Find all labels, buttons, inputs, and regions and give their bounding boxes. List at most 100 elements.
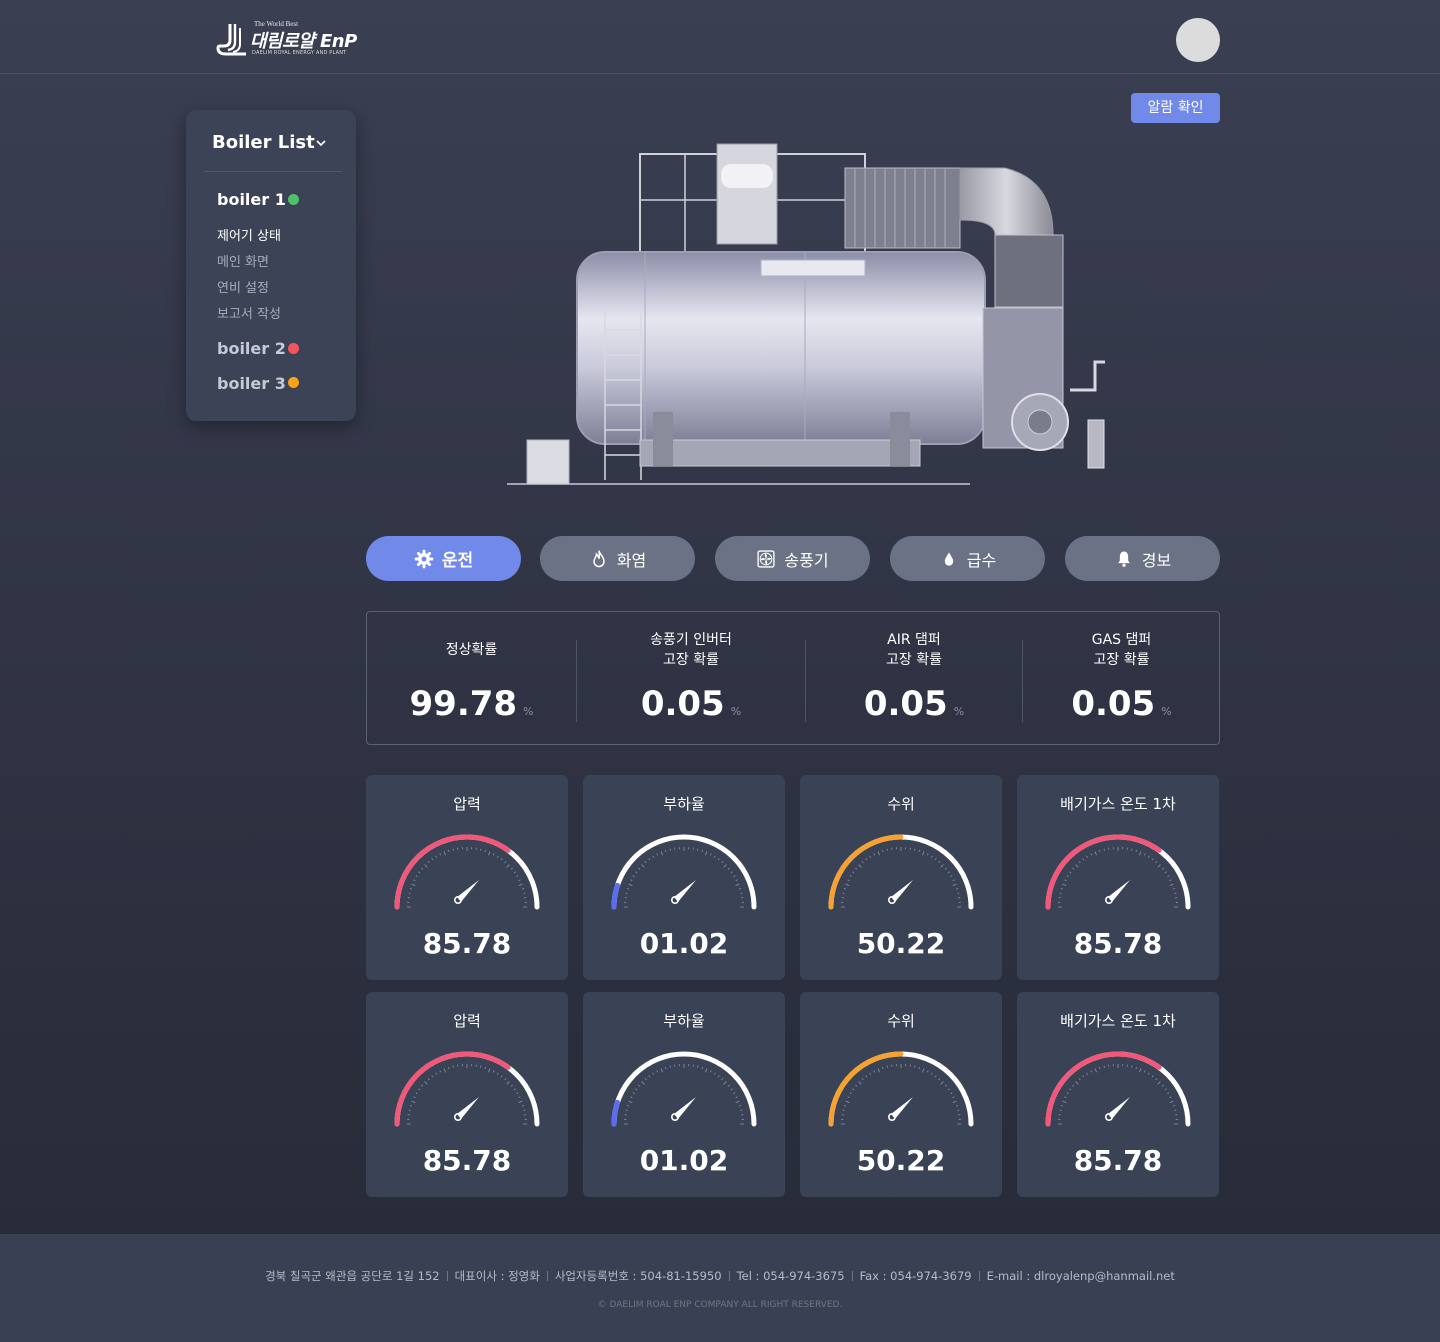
gauge-tick [448,849,450,852]
gauge-tick [628,1100,633,1103]
gauge-tick [1169,1096,1172,1099]
gauge-value: 85.78 [1073,1144,1163,1177]
gauge-tick [632,875,635,878]
gauge-tick [1164,1088,1167,1091]
gauge-tick [648,1075,651,1078]
gauge-tick [934,858,937,861]
gauge-tick [873,1070,876,1073]
gauge-tick [852,871,855,874]
gauge-tick [431,858,434,861]
gauge-dial [828,834,974,910]
gauge-tick [413,879,416,882]
tab-flame[interactable]: 화염 [540,536,695,581]
gauge-tick [1090,853,1093,856]
gauge-tick [516,875,519,878]
gauge-tick [855,1084,858,1087]
submenu-controller-status[interactable]: 제어기 상태 [217,225,281,244]
gauge-tick [944,867,947,870]
gas-damper-fault-probability: GAS 댐퍼 고장 확률 0.05% [1023,612,1220,746]
gauge-tick [1060,1105,1063,1107]
gauge-tick [845,883,850,886]
gauge-tick [1064,879,1067,882]
footer: 경북 칠곡군 왜관읍 공단로 1길 152 대표이사 : 정영화 사업자등록번호 :… [0,1234,1440,1342]
tab-operation[interactable]: 운전 [366,536,521,581]
chevron-down-icon[interactable] [316,138,326,148]
gauge-tick [439,1070,442,1073]
gauge-tick [1090,1070,1093,1073]
gauge-tick [1069,871,1072,874]
gauge-tick [701,1066,703,1069]
prob-label: 고장 확률 [886,652,942,668]
gauge-tick [922,851,925,856]
gauge-tick [739,888,742,890]
gauge-tick [1082,1075,1085,1078]
gauge-tick [952,1096,955,1099]
gauge-tick [1161,1084,1164,1087]
gauge-tick [504,861,507,864]
gauge-tick [1135,1066,1137,1069]
gauge-title: 수위 [887,795,915,813]
gauge-card-load-rate: 부하율 01.02 [583,992,785,1197]
gauge-tick [947,1088,950,1091]
gauge-tick [733,1092,736,1095]
gauge-tick [1155,861,1158,864]
sidebar-item-boiler-2[interactable]: boiler 2 [217,339,286,358]
gauge-tick [1169,1100,1174,1103]
gauge-tick [1173,1105,1176,1107]
gauge-fill [1045,1051,1162,1127]
blower-inverter-fault-probability: 송풍기 인버터 고장 확률 0.05% [577,612,805,746]
gauge-tick [861,1078,864,1081]
user-avatar[interactable] [1176,18,1220,62]
submenu-main-screen[interactable]: 메인 화면 [217,251,269,270]
tab-water-supply[interactable]: 급수 [890,536,1045,581]
gauge-tick [1062,1100,1067,1103]
normal-probability: 정상확률 99.78% [367,612,576,746]
bell-icon [1117,551,1130,567]
gauge-tick [1082,858,1085,861]
gauge-tick [632,1092,635,1095]
gauge-tick [934,1075,937,1078]
footer-email[interactable]: E-mail : dlroyalenp@hanmail.net [987,1269,1175,1283]
tab-alarm[interactable]: 경보 [1065,536,1220,581]
gauge-tick [516,1092,519,1095]
gauge-tick [656,1070,659,1073]
prob-value: 99.78% [409,684,534,724]
company-logo[interactable]: The World Best 대림로얄 EnP DAELIM ROYAL ENE… [216,20,392,60]
gauge-tick [843,888,846,890]
prob-label: GAS 댐퍼 [1091,632,1152,648]
sidebar-item-boiler-1[interactable]: boiler 1 [217,190,286,209]
gauge-tick [641,864,645,868]
gauge-tick [415,1092,418,1095]
gauge-tick [873,853,876,856]
gauge-title: 부하율 [663,1012,705,1030]
gauge-tick [435,1072,438,1075]
gauge-tick [847,879,850,882]
sidebar-item-boiler-3[interactable]: boiler 3 [217,374,286,393]
submenu-fuel-setting[interactable]: 연비 설정 [217,277,269,296]
prob-label: 고장 확률 [1093,652,1150,668]
gauge-card-pressure: 압력 85.78 [366,992,568,1197]
gauge-tick [1099,1066,1101,1069]
gauge-tick [869,1072,872,1075]
gauge-tick [1169,879,1172,882]
gauge-tick [922,1068,925,1073]
gauge-card-water-level: 수위 50.22 [800,992,1002,1197]
gauge-tick [626,888,629,890]
gauge-tick [926,1070,929,1073]
gauge-tick [626,1105,629,1107]
gauge-dial [394,834,540,910]
gauge-tick [1139,851,1142,856]
gauge-fill [394,1051,511,1127]
tab-blower[interactable]: 송풍기 [715,536,870,581]
alarm-confirm-button[interactable]: 알람 확인 [1131,93,1220,123]
boiler-list-title[interactable]: Boiler List [212,132,315,153]
gauge-tick [644,861,647,864]
submenu-report[interactable]: 보고서 작성 [217,303,281,322]
gauge-tick [730,1088,733,1091]
gauge-tick [1094,1068,1097,1073]
gauge-tick [443,1068,446,1073]
fan-icon [757,549,775,568]
gauge-tick [956,1105,959,1107]
gauge-tick [735,883,740,886]
gauge-tick [855,867,858,870]
